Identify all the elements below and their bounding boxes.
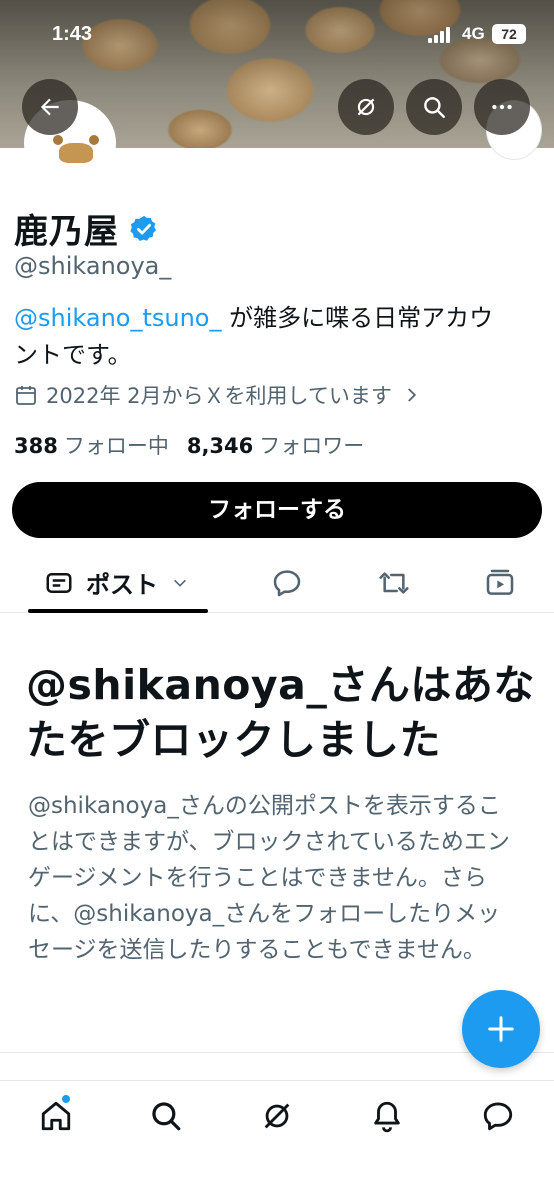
handle: @shikanoya_	[14, 252, 172, 280]
grok-icon	[357, 98, 375, 116]
status-bar: 1:43 4G 72	[0, 0, 554, 70]
chevron-down-icon	[174, 579, 186, 587]
verified-badge-icon[interactable]	[129, 214, 159, 244]
follow-stats: 388 フォロー中 8,346 フォロワー	[14, 430, 382, 460]
more-button[interactable]	[474, 79, 530, 135]
more-dots-icon	[492, 104, 512, 110]
search-icon	[424, 97, 445, 118]
bio-text: が雑多に喋る日常アカウ	[221, 304, 494, 332]
search-icon[interactable]	[149, 1099, 183, 1133]
grok-button[interactable]	[338, 79, 394, 135]
tab-posts-label: ポスト	[86, 571, 158, 599]
compose-button[interactable]	[462, 990, 540, 1068]
grok-icon[interactable]	[260, 1099, 294, 1133]
followers-label: フォロワー	[259, 434, 365, 458]
following-count: 388	[14, 434, 58, 458]
home-icon[interactable]	[39, 1099, 73, 1133]
tab-posts[interactable]: ポスト	[44, 565, 188, 600]
joined-date-row[interactable]: 2022年 2月からＸを利用しています	[14, 380, 420, 410]
follow-button[interactable]: フォローする	[12, 482, 542, 538]
bio-text-line2: ントです。	[14, 341, 132, 369]
name-row: 鹿乃屋	[14, 204, 159, 253]
arrow-left-icon	[40, 98, 59, 116]
repost-icon[interactable]	[378, 567, 410, 599]
bio: @shikano_tsuno_ が雑多に喋る日常アカウ ントです。	[14, 300, 544, 374]
profile-tabs: ポスト	[0, 555, 554, 613]
active-tab-indicator	[28, 609, 208, 613]
network-type: 4G	[462, 24, 485, 43]
bio-mention-link[interactable]: @shikano_tsuno_	[14, 304, 221, 332]
chevron-right-icon	[407, 388, 416, 402]
posts-icon	[46, 572, 72, 593]
messages-icon[interactable]	[481, 1099, 515, 1133]
battery-icon: 72	[492, 24, 526, 44]
display-name: 鹿乃屋	[14, 212, 119, 252]
signal-icon	[428, 27, 450, 43]
notifications-bell-icon[interactable]	[370, 1099, 404, 1133]
followers-link[interactable]: 8,346 フォロワー	[187, 430, 364, 460]
calendar-icon	[16, 386, 36, 405]
following-link[interactable]: 388 フォロー中	[14, 430, 169, 460]
followers-count: 8,346	[186, 434, 254, 458]
home-notification-dot	[62, 1095, 70, 1103]
following-label: フォロー中	[63, 434, 169, 458]
search-button[interactable]	[406, 79, 462, 135]
blocked-title: @shikanoya_さんはあなたをブロックしました	[26, 661, 535, 764]
reply-bubble-icon[interactable]	[271, 567, 303, 599]
status-time: 1:43	[52, 23, 93, 45]
bottom-nav	[0, 1080, 554, 1200]
media-play-icon[interactable]	[484, 567, 516, 599]
joined-date: 2022年 2月からＸを利用しています	[46, 384, 392, 408]
blocked-description: @shikanoya_さんの公開ポストを表示することはできますが、ブロックされて…	[28, 793, 510, 963]
plus-icon	[488, 1016, 514, 1042]
back-button[interactable]	[22, 79, 78, 135]
